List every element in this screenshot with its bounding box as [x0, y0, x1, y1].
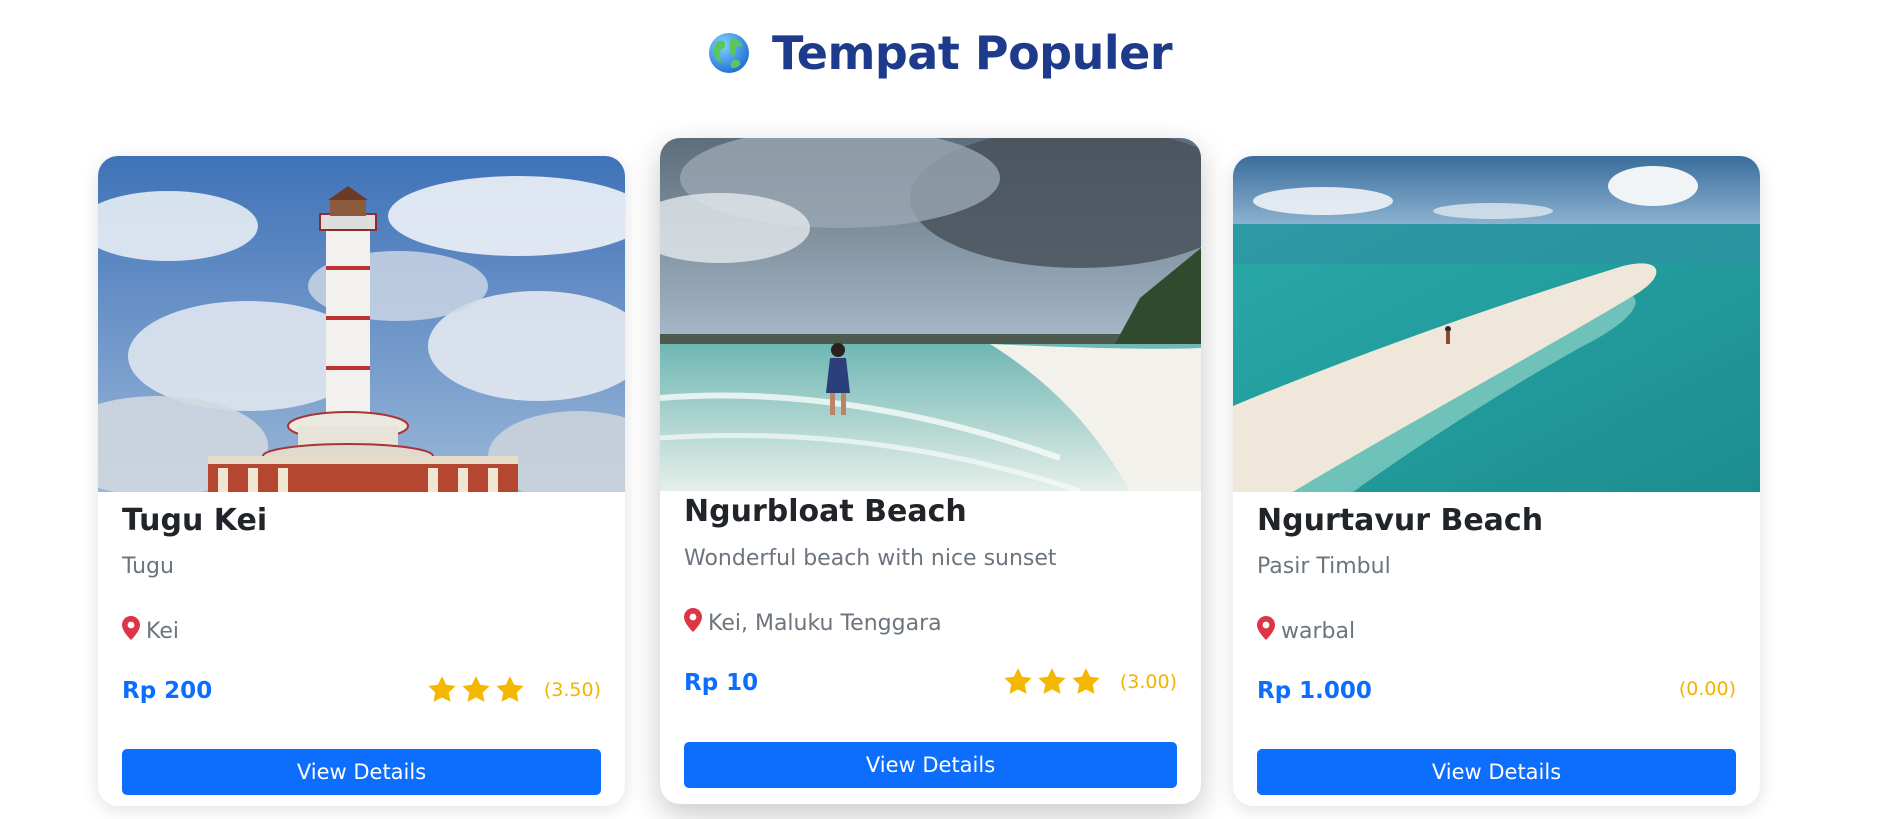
rating-score: (3.00): [1119, 670, 1177, 693]
star-icon: [462, 676, 490, 702]
card-price: Rp 10: [684, 670, 759, 696]
card-location: Kei: [122, 616, 179, 646]
location-text: Kei: [146, 618, 179, 644]
star-icon: [428, 676, 456, 702]
place-card-ngurbloat-beach[interactable]: Ngurbloat Beach Wonderful beach with nic…: [660, 138, 1201, 804]
card-price: Rp 200: [122, 678, 213, 704]
star-icon: [496, 676, 524, 702]
card-rating: (3.50): [428, 676, 601, 703]
map-pin-icon: [122, 616, 140, 646]
card-image: [98, 156, 625, 492]
star-rating: [428, 676, 524, 703]
card-title: Tugu Kei: [122, 503, 268, 538]
star-rating: [1004, 668, 1100, 695]
page-title: Tempat Populer: [771, 26, 1173, 80]
card-image: [1233, 156, 1760, 492]
map-pin-icon: [1257, 616, 1275, 646]
star-icon: [1072, 668, 1100, 694]
card-description: Wonderful beach with nice sunset: [684, 546, 1057, 571]
rating-score: (0.00): [1678, 678, 1736, 700]
view-details-button[interactable]: View Details: [684, 742, 1177, 788]
card-description: Tugu: [122, 554, 174, 579]
view-details-button[interactable]: View Details: [122, 749, 601, 795]
lighthouse-monument-photo: [98, 156, 625, 492]
place-card-tugu-kei[interactable]: Tugu Kei Tugu Kei Rp 200 (3.50) View Det…: [98, 156, 625, 806]
rating-score: (3.50): [543, 678, 601, 701]
card-image: [660, 138, 1201, 491]
card-location: Kei, Maluku Tenggara: [684, 608, 942, 638]
view-details-button[interactable]: View Details: [1257, 749, 1736, 795]
card-rating: (3.00): [1004, 668, 1177, 695]
star-icon: [1038, 668, 1066, 694]
card-title: Ngurtavur Beach: [1257, 503, 1544, 538]
map-pin-icon: [684, 608, 702, 638]
location-text: warbal: [1281, 618, 1356, 644]
location-text: Kei, Maluku Tenggara: [708, 610, 942, 636]
beach-woman-photo: [660, 138, 1201, 491]
page-header: Tempat Populer: [0, 26, 1880, 80]
globe-icon: [708, 32, 750, 74]
card-title: Ngurbloat Beach: [684, 494, 967, 529]
card-location: warbal: [1257, 616, 1355, 646]
sandbar-aerial-photo: [1233, 156, 1760, 492]
card-price: Rp 1.000: [1257, 678, 1372, 704]
card-description: Pasir Timbul: [1257, 554, 1391, 579]
star-icon: [1004, 668, 1032, 694]
place-card-ngurtavur-beach[interactable]: Ngurtavur Beach Pasir Timbul warbal Rp 1…: [1233, 156, 1760, 806]
card-rating: (0.00): [1679, 678, 1736, 700]
